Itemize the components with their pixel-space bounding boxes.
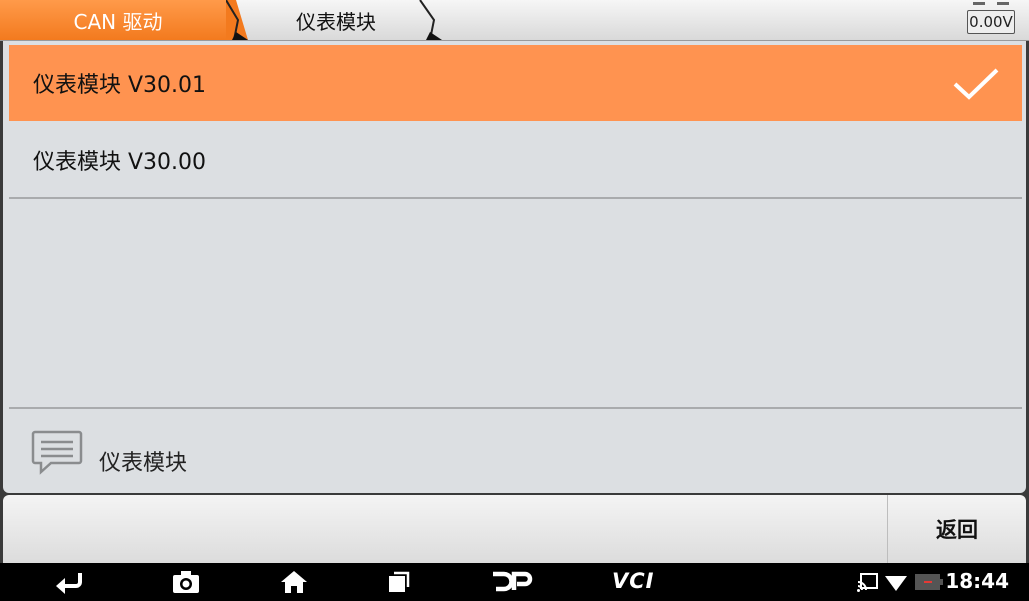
wifi-icon	[885, 576, 907, 591]
vci-label: VCI	[612, 569, 655, 593]
home-icon[interactable]	[280, 570, 308, 594]
list-item-label: 仪表模块 V30.00	[33, 150, 207, 175]
description-area: 仪表模块	[31, 427, 187, 477]
description-text: 仪表模块	[99, 451, 188, 476]
back-arrow-icon[interactable]	[54, 570, 86, 594]
clock: 18:44	[945, 569, 1009, 593]
breadcrumb-separator-icon	[419, 0, 442, 40]
message-icon	[31, 430, 83, 475]
vci-icon[interactable]: VCI	[612, 569, 654, 593]
breadcrumb-bar: CAN 驱动 仪表模块 0.00V	[0, 0, 1029, 41]
dp-icon[interactable]	[490, 570, 534, 594]
cast-icon	[857, 573, 878, 592]
recent-apps-icon[interactable]	[386, 570, 412, 594]
breadcrumb-label: CAN 驱动	[73, 9, 163, 34]
battery-terminal-icon	[973, 2, 1009, 8]
system-nav-bar: VCI 18:44	[0, 563, 1029, 601]
button-bar: 返回	[3, 495, 1026, 563]
divider	[9, 407, 1022, 409]
list-item[interactable]: 仪表模块 V30.01	[9, 45, 1022, 121]
back-button-label: 返回	[936, 518, 978, 542]
list-item[interactable]: 仪表模块 V30.00	[9, 123, 1022, 199]
breadcrumb-item-instrument-module[interactable]: 仪表模块	[246, 0, 426, 40]
camera-icon[interactable]	[172, 570, 200, 594]
breadcrumb-label: 仪表模块	[296, 9, 376, 34]
breadcrumb-item-can-driver[interactable]: CAN 驱动	[0, 0, 236, 40]
battery-icon	[915, 574, 943, 590]
battery-voltage: 0.00V	[967, 10, 1015, 34]
check-icon	[953, 68, 999, 100]
back-button[interactable]: 返回	[887, 495, 1026, 563]
list-item-label: 仪表模块 V30.01	[33, 73, 207, 98]
main-panel: 仪表模块 V30.01 仪表模块 V30.00 仪表模块	[3, 41, 1026, 493]
